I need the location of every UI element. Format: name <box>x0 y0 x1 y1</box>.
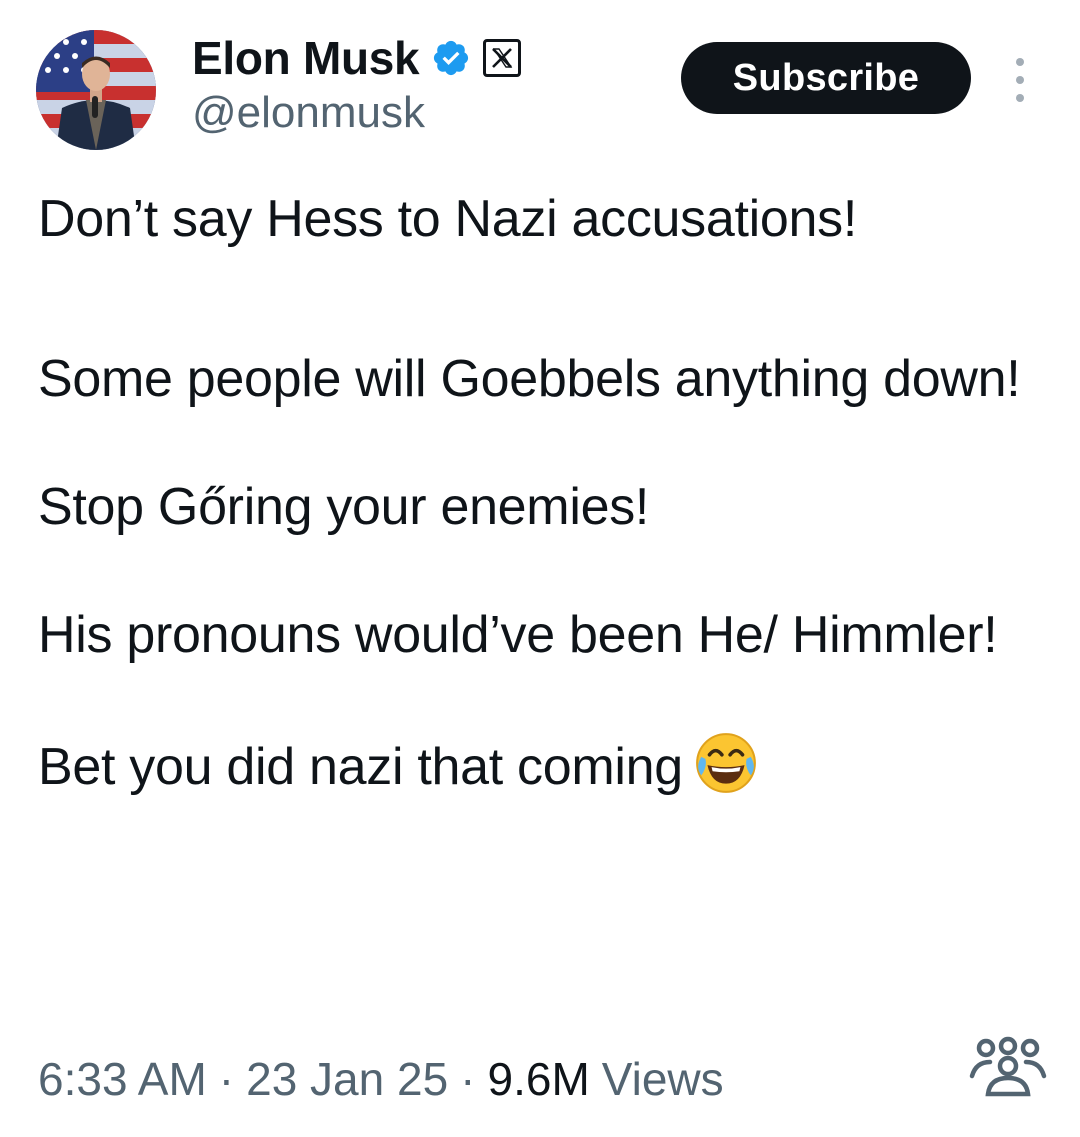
verified-badge-icon[interactable] <box>431 38 471 78</box>
views-count: 9.6M <box>487 1053 590 1105</box>
tweet-meta: 6:33 AM · 23 Jan 25 · 9.6M Views <box>38 1052 724 1106</box>
x-logo-icon[interactable] <box>483 39 522 77</box>
tweet-text: Don’t say Hess to Nazi accusations! Some… <box>38 186 1048 862</box>
community-icon[interactable] <box>968 1036 1048 1098</box>
more-dot <box>1016 94 1024 102</box>
meta-separator: · <box>460 1053 476 1105</box>
more-dot <box>1016 76 1024 84</box>
tweet-date[interactable]: 23 Jan 25 <box>246 1052 448 1106</box>
author-name-row: Elon Musk <box>192 28 522 88</box>
tweet-paragraph: His pronouns would’ve been He/ Himmler! <box>38 606 998 664</box>
more-dot <box>1016 58 1024 66</box>
tweet-paragraph: Bet you did nazi that coming <box>38 738 683 796</box>
tweet-paragraph-last: Bet you did nazi that coming <box>38 730 1048 800</box>
profile-photo <box>36 30 156 150</box>
face-with-tears-of-joy-icon <box>695 733 756 793</box>
views-label: Views <box>601 1053 724 1105</box>
tweet-paragraph: Some people will Goebbels anything down! <box>38 350 1021 408</box>
x-logo-glyph <box>492 48 513 68</box>
tweet-time[interactable]: 6:33 AM <box>38 1052 207 1106</box>
avatar[interactable] <box>36 30 156 150</box>
meta-separator: · <box>218 1053 235 1105</box>
subscribe-button[interactable]: Subscribe <box>681 42 971 114</box>
handle[interactable]: @elonmusk <box>192 88 425 138</box>
display-name[interactable]: Elon Musk <box>192 31 420 85</box>
tweet-paragraph: Stop Gőring your enemies! <box>38 478 650 536</box>
more-vertical-icon[interactable] <box>1004 58 1036 102</box>
tweet-paragraph: Don’t say Hess to Nazi accusations! <box>38 190 857 248</box>
